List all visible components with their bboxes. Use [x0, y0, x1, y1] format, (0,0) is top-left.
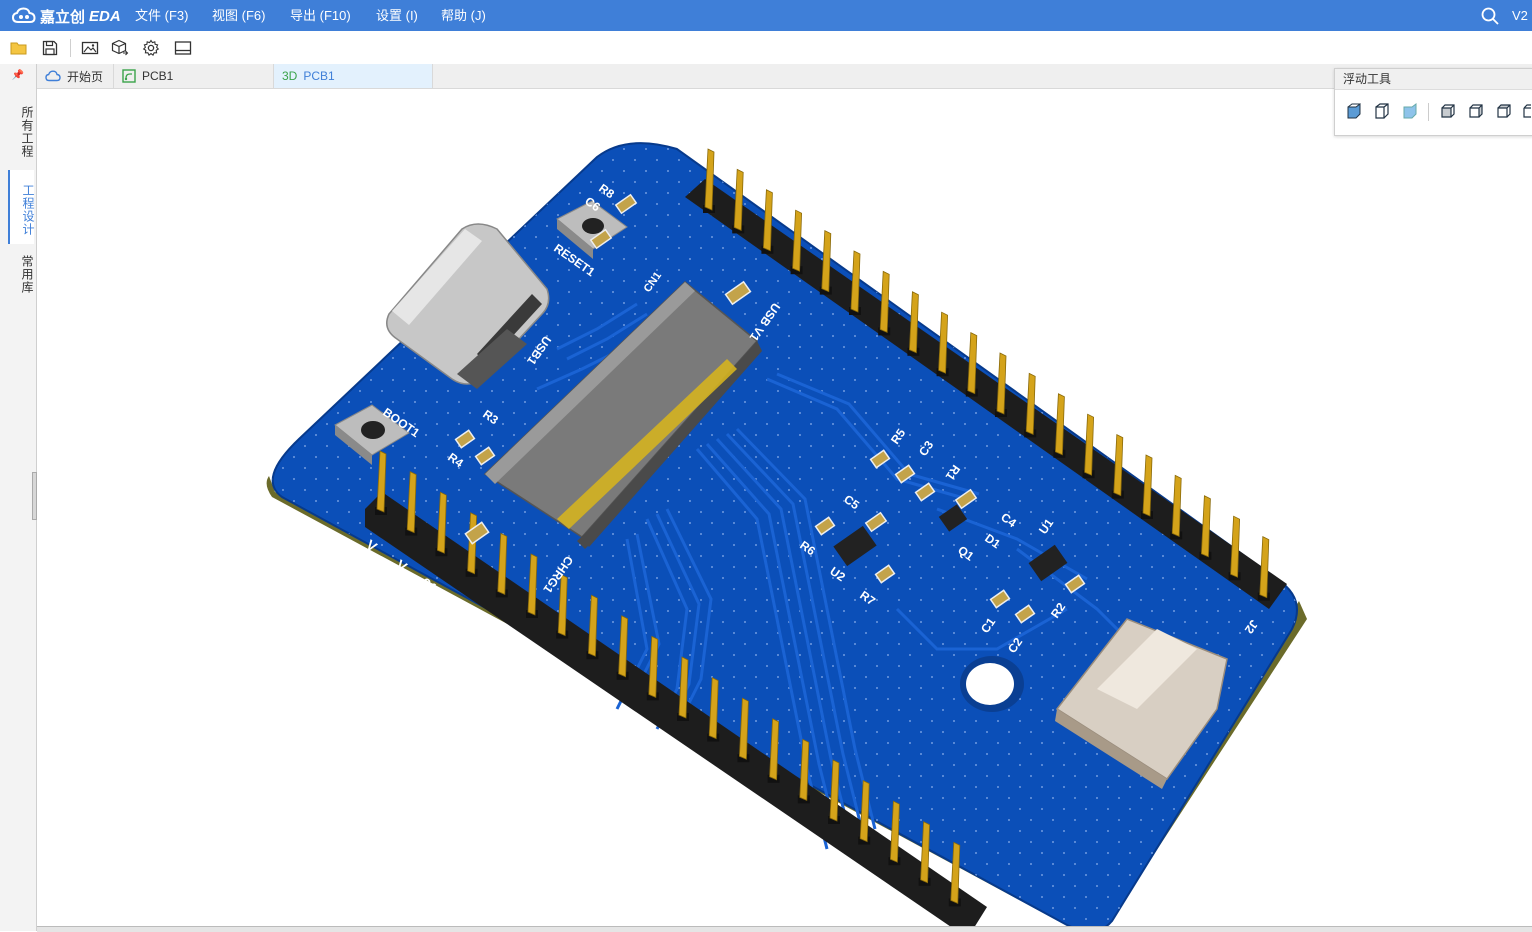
header-pin-j2 [762, 189, 773, 252]
logo-text-eda: EDA [89, 7, 121, 25]
view-left-icon[interactable] [1495, 102, 1513, 120]
view-iso-wire-icon[interactable] [1373, 102, 1391, 120]
toolbar-separator [70, 39, 71, 57]
float-separator [1428, 103, 1429, 121]
pin-label: 37 [625, 721, 647, 743]
sidebar-tab-common-library[interactable]: 常用库 [9, 250, 34, 298]
sidebar-tab-project-design[interactable]: 工程设计 [8, 170, 35, 244]
view-right-icon[interactable] [1521, 102, 1531, 120]
header-pin-j2 [850, 250, 861, 313]
panel-toggle-button[interactable] [173, 38, 193, 58]
3d-viewport[interactable]: R8 C6 RESET1 CN1 USB1 USB V1 BOOT1 R3 R4… [37, 89, 1532, 931]
header-pin-j2 [792, 209, 803, 272]
export-image-button[interactable] [80, 38, 100, 58]
tab-pcb1[interactable]: PCB1 [114, 64, 274, 88]
tab-3d-pcb1[interactable]: 3D PCB1 [274, 64, 433, 88]
header-pin-j2 [733, 168, 744, 231]
left-sidebar: 📌 所有工程 工程设计 常用库 [0, 64, 37, 931]
3d-icon: 3D [282, 69, 298, 83]
save-icon [42, 40, 58, 56]
folder-open-icon [10, 42, 27, 55]
header-pin-j2 [1113, 433, 1124, 497]
export-3d-button[interactable] [110, 38, 130, 58]
save-button[interactable] [40, 38, 60, 58]
header-pin-j2 [1200, 495, 1211, 558]
cloud-logo-icon [12, 7, 36, 23]
search-icon[interactable] [1480, 6, 1500, 26]
header-pin-j2 [1259, 535, 1270, 599]
pin-label: 34 [534, 658, 556, 680]
view-back-icon[interactable] [1467, 102, 1485, 120]
pcb-3d-render[interactable]: R8 C6 RESET1 CN1 USB1 USB V1 BOOT1 R3 R4… [37, 89, 1532, 931]
pin-label: TX [818, 858, 842, 882]
settings-button[interactable] [141, 38, 161, 58]
open-button[interactable] [9, 38, 29, 58]
header-pin-j2 [704, 148, 715, 211]
pcb-icon [122, 69, 136, 83]
pin-label: 14 [475, 616, 497, 638]
status-bar [37, 926, 1532, 932]
header-pin-j2 [938, 311, 949, 374]
toolbar [0, 31, 1532, 65]
header-pin-j2 [821, 229, 832, 293]
cloud-icon [45, 70, 61, 82]
pin-label: R [450, 595, 467, 614]
floating-tools-panel: 浮动工具 [1334, 68, 1532, 136]
view-iso-shaded-icon[interactable] [1401, 102, 1419, 120]
header-pin-j2 [1142, 454, 1153, 517]
3d-export-icon [111, 39, 129, 56]
menu-file[interactable]: 文件 (F3) [132, 0, 191, 31]
menu-view[interactable]: 视图 (F6) [209, 0, 268, 31]
header-pin-j2 [1054, 393, 1065, 456]
pin-label: 35 [564, 679, 586, 701]
document-tabs: 开始页 PCB1 3D PCB1 [37, 64, 1532, 89]
pin-label: TMS [775, 831, 808, 861]
pin-label: 38 [655, 742, 677, 764]
tab-label: PCB1 [303, 69, 335, 83]
header-pin-j2 [1025, 372, 1036, 435]
pin-label: RX [848, 880, 874, 905]
header-pin-j2 [879, 270, 890, 333]
logo-text-cn: 嘉立创 [40, 8, 86, 26]
header-pin-j2 [967, 331, 978, 395]
image-export-icon [81, 41, 99, 55]
pin-label: TCK [683, 763, 716, 793]
sidebar-tab-all-projects[interactable]: 所有工程 [9, 104, 34, 160]
pin-label: 33 [505, 637, 527, 659]
header-pin-j2 [1171, 474, 1182, 537]
header-pin-j2 [908, 291, 919, 354]
view-front-icon[interactable] [1439, 102, 1457, 120]
view-iso-solid-icon[interactable] [1345, 102, 1363, 120]
tab-label: 开始页 [67, 69, 104, 84]
settings-icon [142, 39, 160, 56]
panel-icon [174, 41, 192, 55]
header-pin-j2 [996, 352, 1007, 415]
tab-start-page[interactable]: 开始页 [37, 64, 114, 88]
menu-settings[interactable]: 设置 (I) [373, 0, 421, 31]
menu-help[interactable]: 帮助 (J) [438, 0, 489, 31]
app-logo[interactable]: 嘉立创 EDA [12, 6, 121, 26]
menu-export[interactable]: 导出 (F10) [287, 0, 354, 31]
mounting-hole [960, 656, 1024, 712]
header-pin-j2 [1230, 515, 1241, 578]
floating-tools-title: 浮动工具 [1335, 69, 1532, 90]
pin-icon[interactable]: 📌 [10, 70, 26, 86]
pin-label: DO [720, 789, 746, 814]
header-pin-j2 [1084, 413, 1095, 476]
tab-label: PCB1 [142, 69, 174, 83]
pin-label: 36 [594, 700, 616, 722]
pin-label: DI [749, 810, 770, 831]
version-label[interactable]: V2 [1512, 0, 1528, 31]
menu-bar: 嘉立创 EDA 文件 (F3) 视图 (F6) 导出 (F10) 设置 (I) 帮… [0, 0, 1532, 31]
